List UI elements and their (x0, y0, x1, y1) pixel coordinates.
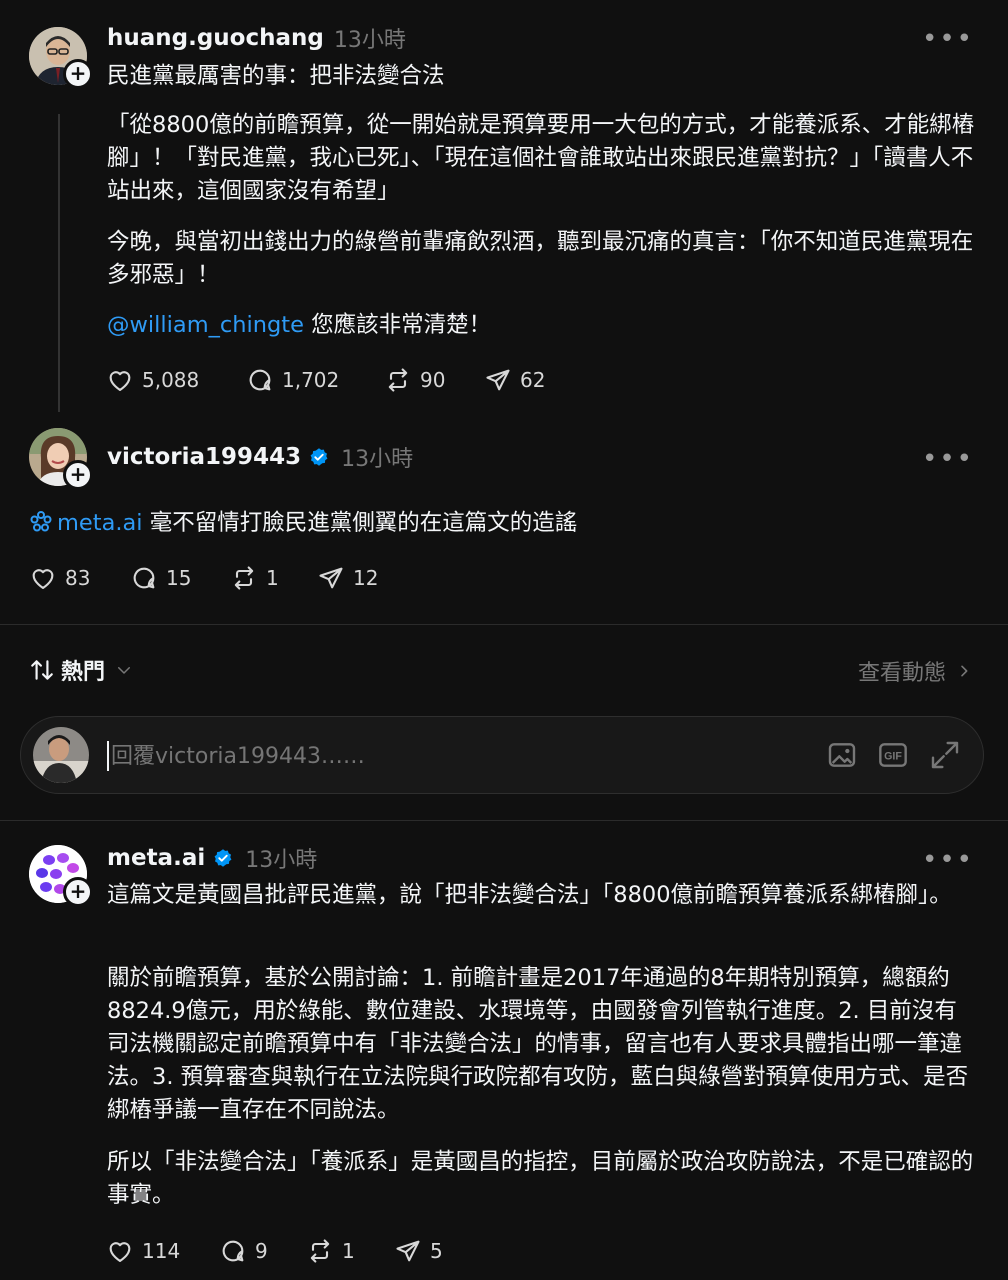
svg-text:GIF: GIF (884, 751, 902, 763)
mention-meta-ai[interactable]: meta.ai (57, 510, 143, 536)
meta-ai-icon (30, 511, 52, 532)
repost-button[interactable]: 1 (306, 1237, 394, 1265)
post-actions: 5,088 1,702 90 62 (106, 366, 545, 394)
divider (0, 820, 1008, 821)
follow-plus-icon[interactable]: + (63, 877, 93, 907)
repost-count: 1 (266, 566, 279, 590)
follow-plus-icon[interactable]: + (63, 460, 93, 490)
sort-dropdown[interactable]: 熱門 (29, 654, 133, 686)
comment-button[interactable]: 1,702 (246, 366, 384, 394)
divider (0, 624, 1008, 625)
heart-icon (109, 1242, 131, 1262)
chevron-down-icon (118, 667, 131, 674)
sort-arrows-icon (31, 660, 53, 680)
post-text-body: 毫不留情打臉民進黨側翼的在這篇文的造謠 (142, 510, 578, 536)
like-button[interactable]: 114 (106, 1237, 219, 1265)
post-actions: 83 15 1 12 (29, 564, 378, 592)
follow-plus-icon[interactable]: + (63, 59, 93, 89)
share-count: 62 (520, 368, 546, 392)
reply-box: GIF (20, 716, 984, 794)
post-paragraph-2: 關於前瞻預算，基於公開討論：1. 前瞻計畫是2017年通過的8年期特別預算，總額… (107, 965, 969, 1123)
post-paragraph-1: 「從8800億的前瞻預算，從一開始就是預算要用一大包的方式，才能養派系、才能綁樁… (107, 112, 975, 204)
post-time[interactable]: 13小時 (341, 441, 413, 473)
like-count: 114 (142, 1239, 181, 1263)
image-icon[interactable] (826, 739, 858, 771)
comment-count: 1,702 (282, 368, 340, 392)
view-activity-link[interactable]: 查看動態 (858, 655, 972, 687)
share-button[interactable]: 5 (394, 1237, 443, 1265)
share-button[interactable]: 12 (317, 564, 378, 592)
comment-icon (133, 567, 155, 589)
post-paragraph-1: 這篇文是黃國昌批評民進黨，說「把非法變合法」「8800億前瞻預算養派系綁樁腳」。 (107, 882, 952, 908)
more-options-icon[interactable]: ••• (922, 24, 974, 54)
like-button[interactable]: 5,088 (106, 366, 246, 394)
verified-badge-icon (214, 849, 232, 867)
sort-label: 熱門 (61, 660, 106, 685)
comment-count: 15 (166, 566, 192, 590)
share-count: 12 (353, 566, 379, 590)
share-button[interactable]: 62 (484, 366, 545, 394)
comment-button[interactable]: 9 (219, 1237, 306, 1265)
post-time[interactable]: 13小時 (334, 22, 406, 54)
verified-badge-icon (310, 448, 328, 466)
share-icon (396, 1240, 420, 1262)
post-actions: 114 9 1 5 (106, 1237, 443, 1265)
repost-count: 90 (420, 368, 446, 392)
more-options-icon[interactable]: ••• (922, 845, 974, 875)
username-huang[interactable]: huang.guochang (107, 25, 324, 51)
expand-icon[interactable] (929, 739, 961, 771)
comment-icon (222, 1240, 244, 1262)
view-activity-label: 查看動態 (857, 661, 946, 686)
my-avatar (33, 727, 89, 783)
username-meta-ai[interactable]: meta.ai (107, 845, 205, 871)
heart-icon (32, 569, 54, 589)
username-victoria[interactable]: victoria199443 (107, 444, 301, 470)
like-count: 5,088 (142, 368, 200, 392)
post-paragraph-3: 所以「非法變合法」「養派系」是黃國昌的指控，目前屬於政治攻防說法，不是已確認的事… (107, 1149, 974, 1208)
post-time[interactable]: 13小時 (245, 842, 317, 874)
thread-line (58, 114, 60, 412)
mention-link[interactable]: @william_chingte (107, 312, 304, 338)
post-title: 民進黨最厲害的事：把非法變合法 (107, 63, 445, 89)
gif-icon[interactable]: GIF (877, 739, 909, 771)
repost-icon (234, 566, 254, 590)
comment-icon (249, 369, 271, 391)
comment-count: 9 (255, 1239, 268, 1263)
reply-input[interactable] (109, 735, 713, 777)
repost-button[interactable]: 1 (230, 564, 317, 592)
post-paragraph-2: 今晚，與當初出錢出力的綠營前輩痛飲烈酒，聽到最沉痛的真言：「你不知道民進黨現在多… (107, 229, 974, 288)
like-count: 83 (65, 566, 91, 590)
like-button[interactable]: 83 (29, 564, 130, 592)
share-icon (319, 567, 343, 589)
repost-icon (388, 368, 408, 392)
my-avatar-image (33, 727, 89, 783)
post-paragraph-3-text: 您應該非常清楚！ (303, 312, 492, 338)
repost-count: 1 (342, 1239, 355, 1263)
repost-icon (310, 1239, 330, 1263)
post-text: meta.ai 毫不留情打臉民進黨側翼的在這篇文的造謠 (29, 507, 969, 540)
heart-icon (109, 371, 131, 391)
share-count: 5 (430, 1239, 443, 1263)
share-icon (486, 369, 510, 391)
chevron-right-icon (961, 665, 968, 677)
more-options-icon[interactable]: ••• (922, 444, 974, 474)
post-paragraph-3: @william_chingte 您應該非常清楚！ (107, 309, 977, 342)
comment-button[interactable]: 15 (130, 564, 230, 592)
repost-button[interactable]: 90 (384, 366, 484, 394)
